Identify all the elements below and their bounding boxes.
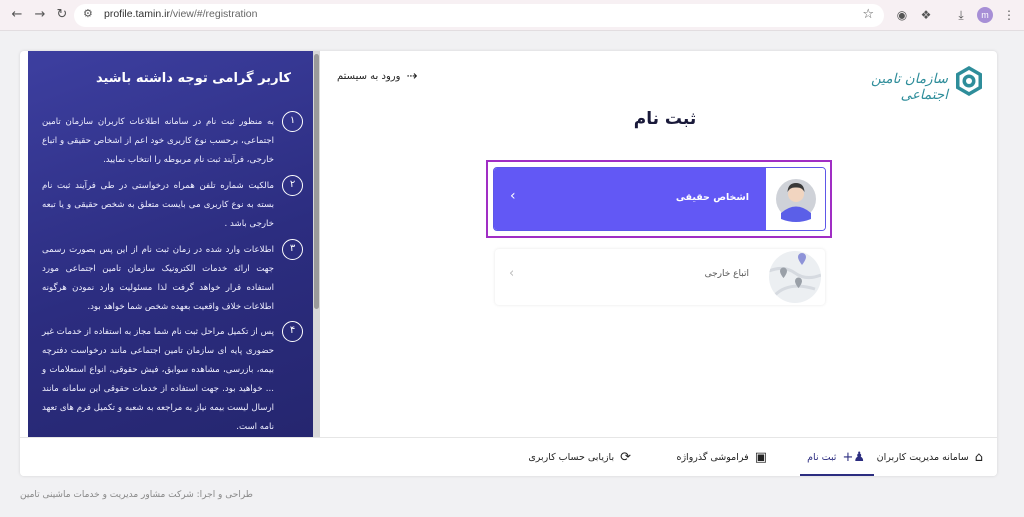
- nav-user-management-label: سامانه مدیریت کاربران: [876, 452, 969, 463]
- person-avatar-icon: [776, 179, 816, 222]
- nav-register[interactable]: ♟+ ثبت نام: [807, 438, 865, 476]
- real-person-avatar-box: [766, 168, 825, 230]
- refresh-icon: ⟳: [620, 450, 631, 465]
- bottom-nav: ⌂ سامانه مدیریت کاربران ♟+ ثبت نام ▣ فرا…: [20, 437, 997, 476]
- map-pin-icon: [769, 251, 821, 303]
- active-tab-indicator: [800, 474, 874, 476]
- home-icon: ⌂: [974, 450, 983, 465]
- real-person-option[interactable]: اشخاص حقیقی ‹: [493, 167, 826, 231]
- browser-toolbar: ← → ↻ ⚙ profile.tamin.ir/view/#/registra…: [0, 0, 1024, 31]
- notice-text: پس از تکمیل مراحل ثبت نام شما مجاز به اس…: [42, 327, 274, 432]
- forward-arrow-icon[interactable]: →: [31, 6, 49, 24]
- nav-forgot-password[interactable]: ▣ فراموشی گذرواژه: [676, 438, 767, 476]
- lock-icon: ▣: [754, 450, 767, 465]
- profile-avatar[interactable]: m: [977, 7, 993, 23]
- notice-number: ۱: [282, 111, 303, 132]
- nav-account-recovery-label: بازیابی حساب کاربری: [528, 452, 615, 463]
- url-path: /view/#/registration: [169, 8, 258, 20]
- notice-text: اطلاعات وارد شده در زمان ثبت نام از این …: [42, 245, 274, 312]
- notice-number: ۴: [282, 321, 303, 342]
- notice-title: کاربر گرامی توجه داشته باشید: [95, 71, 291, 86]
- add-user-icon: ♟+: [842, 450, 865, 465]
- logo: سازمان تامین اجتماعی: [870, 63, 985, 103]
- real-person-label: اشخاص حقیقی: [675, 192, 749, 203]
- address-bar[interactable]: ⚙ profile.tamin.ir/view/#/registration ☆: [74, 4, 884, 27]
- notice-panel: کاربر گرامی توجه داشته باشید ۱ به منظور …: [28, 51, 313, 437]
- login-icon: ⇢: [406, 68, 418, 84]
- nav-register-label: ثبت نام: [807, 452, 837, 463]
- reload-icon[interactable]: ↻: [53, 6, 71, 24]
- login-link[interactable]: ⇢ ورود به سیستم: [337, 67, 417, 85]
- logo-text: سازمان تامین اجتماعی: [871, 71, 948, 103]
- camera-icon[interactable]: ◉: [894, 7, 910, 23]
- notice-number: ۲: [282, 175, 303, 196]
- notice-text: مالکیت شماره تلفن همراه درخواستی در طی ف…: [42, 181, 274, 229]
- back-arrow-icon[interactable]: ←: [8, 6, 26, 24]
- extensions-icon[interactable]: ❖: [918, 7, 934, 23]
- footer-credit: طراحی و اجرا: شرکت مشاور مدیریت و خدمات …: [20, 490, 253, 500]
- registration-card: کاربر گرامی توجه داشته باشید ۱ به منظور …: [20, 51, 997, 476]
- logo-emblem-icon: [956, 66, 982, 96]
- foreign-national-label: اتباع خارجی: [704, 269, 749, 279]
- notice-scrollbar-thumb[interactable]: [314, 54, 319, 309]
- nav-forgot-password-label: فراموشی گذرواژه: [676, 452, 749, 463]
- nav-user-management[interactable]: ⌂ سامانه مدیریت کاربران: [877, 438, 983, 476]
- notice-text: به منظور ثبت نام در سامانه اطلاعات کاربر…: [42, 117, 274, 165]
- foreign-national-option[interactable]: اتباع خارجی ‹: [495, 249, 825, 305]
- notice-number: ۳: [282, 239, 303, 260]
- menu-dots-icon[interactable]: ⋮: [1001, 7, 1017, 23]
- url-host: profile.tamin.ir: [104, 8, 170, 20]
- url-text: profile.tamin.ir/view/#/registration: [104, 8, 258, 20]
- bookmark-star-icon[interactable]: ☆: [862, 7, 874, 22]
- login-label: ورود به سیستم: [337, 70, 401, 82]
- nav-account-recovery[interactable]: ⟳ بازیابی حساب کاربری: [528, 438, 631, 476]
- chevron-left-icon: ‹: [510, 188, 516, 204]
- chevron-left-icon: ‹: [509, 266, 515, 281]
- download-icon[interactable]: ⤓: [953, 7, 969, 23]
- site-info-icon[interactable]: ⚙: [83, 7, 93, 20]
- page-title: ثبت نام: [633, 109, 697, 129]
